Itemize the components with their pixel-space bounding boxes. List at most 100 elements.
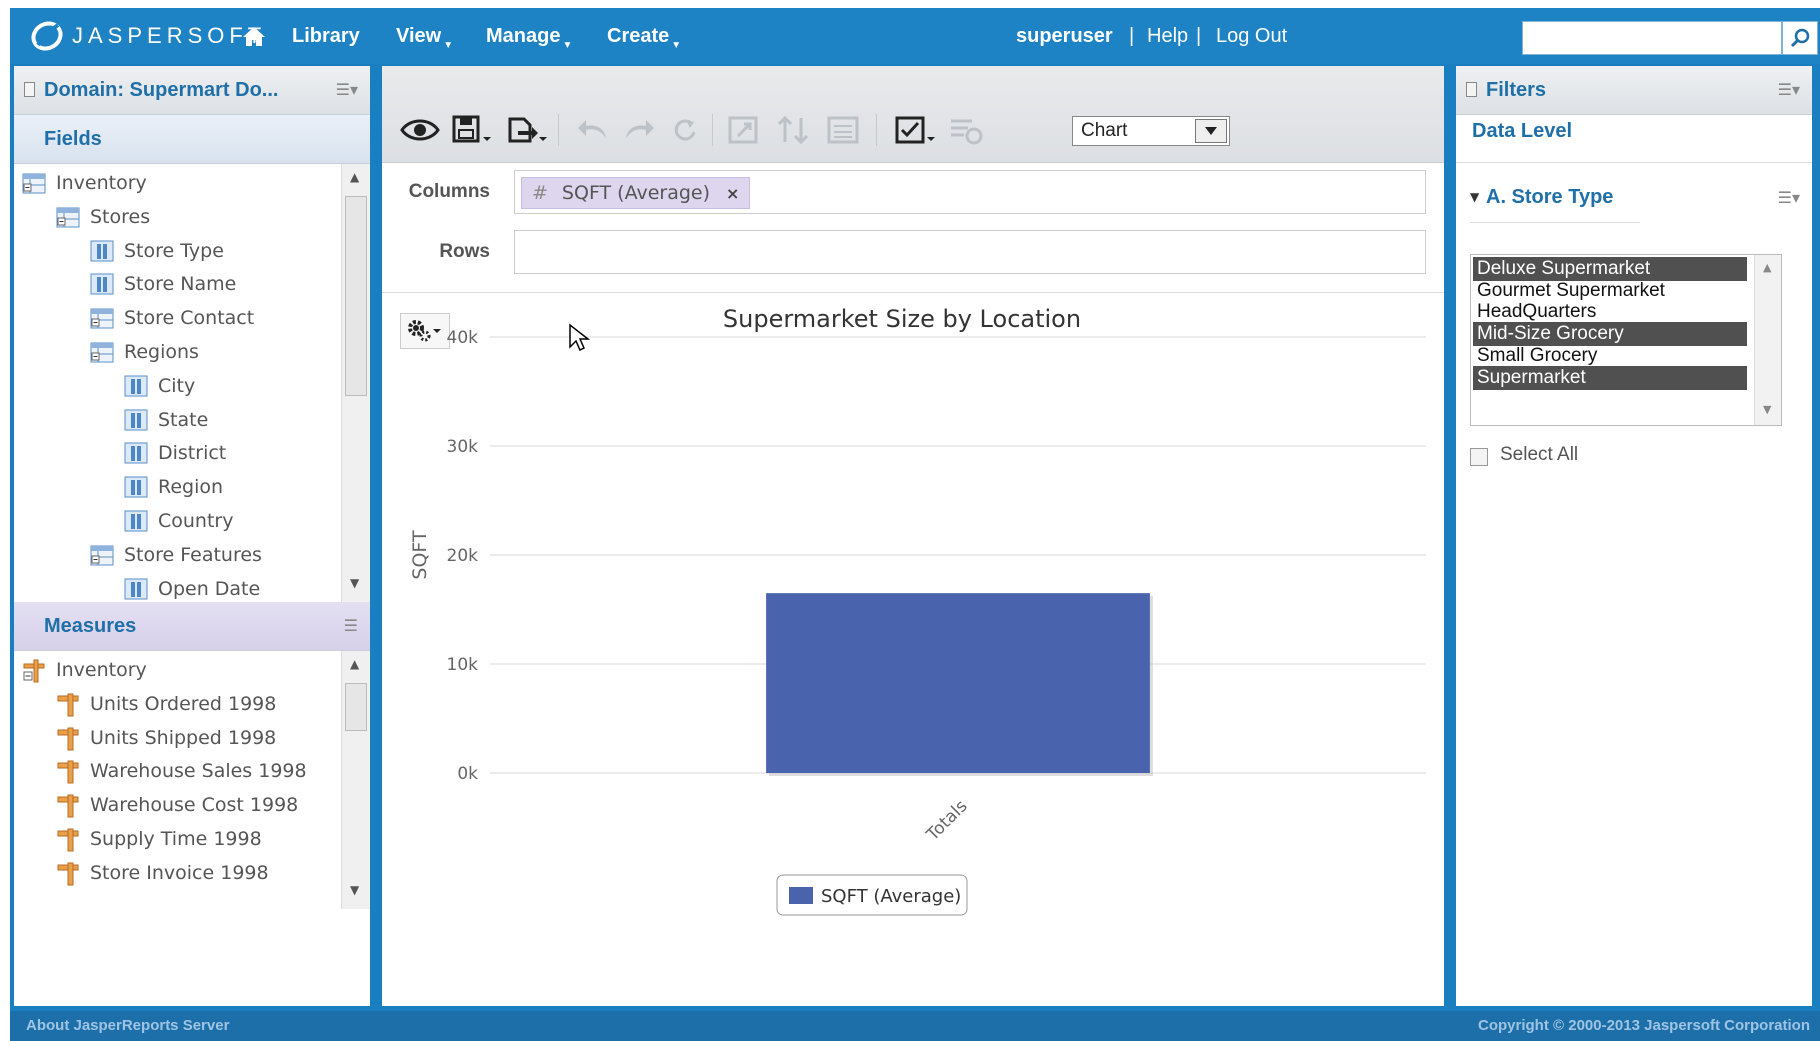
field-tree-label: Regions <box>124 341 199 363</box>
nav-manage[interactable]: Manage ▼ <box>486 8 572 64</box>
field-tree-item[interactable]: Inventory <box>22 166 147 200</box>
sort-icon <box>777 115 809 145</box>
field-tree-item[interactable]: Country <box>124 504 233 538</box>
measure-tree-item[interactable]: Store Invoice 1998 <box>56 856 269 890</box>
store-type-option[interactable]: HeadQuarters <box>1473 300 1747 324</box>
pin-icon[interactable] <box>24 82 35 97</box>
field-tree-item[interactable]: Regions <box>90 335 199 369</box>
panel-menu-icon[interactable]: ☰▾ <box>1778 80 1800 99</box>
sort-button[interactable] <box>776 112 812 148</box>
y-tick-label: 40k <box>447 328 479 348</box>
store-type-listbox[interactable]: ▲ ▼ Deluxe Supermarket Gourmet Supermarke… <box>1470 254 1782 426</box>
jaspersoft-logo[interactable]: JASPERSOFT <box>30 18 266 54</box>
fields-header: Fields <box>14 115 370 164</box>
field-tree-item[interactable]: Store Type <box>90 234 224 268</box>
scroll-down-icon[interactable]: ▼ <box>350 576 359 590</box>
fields-tree: ▲ ▼ Inventory Stores Store Type Store Name S… <box>14 164 370 602</box>
export-button[interactable] <box>506 112 548 148</box>
rows-drop-zone[interactable] <box>514 230 1426 274</box>
chevron-down-icon[interactable] <box>1195 119 1227 143</box>
measure-tree-item[interactable]: Supply Time 1998 <box>56 822 262 856</box>
undo-button[interactable] <box>576 112 610 148</box>
collapse-icon[interactable]: ▼ <box>1470 190 1479 204</box>
pivot-icon <box>728 116 758 144</box>
field-tree-item[interactable]: Store Contact <box>90 301 254 335</box>
scroll-down-icon[interactable]: ▼ <box>1763 403 1771 416</box>
store-type-option[interactable]: Gourmet Supermarket <box>1473 279 1747 303</box>
field-tree-item[interactable]: Store Features <box>90 538 262 572</box>
scroll-down-icon[interactable]: ▼ <box>350 883 359 897</box>
field-tree-item[interactable]: Stores <box>56 200 150 234</box>
field-icon <box>124 509 148 533</box>
options-button[interactable] <box>826 112 860 148</box>
home-icon <box>243 27 265 46</box>
measures-menu-icon[interactable]: ☰ <box>344 616 358 635</box>
filter-menu-icon[interactable]: ☰▾ <box>1778 188 1800 207</box>
help-link[interactable]: Help <box>1147 8 1188 64</box>
home-button[interactable] <box>242 8 266 64</box>
save-button[interactable] <box>452 112 492 148</box>
field-tree-item[interactable]: Region <box>124 470 223 504</box>
about-link[interactable]: About JasperReports Server <box>26 1011 229 1041</box>
field-tree-item[interactable]: District <box>124 436 226 470</box>
undo-icon <box>578 120 606 138</box>
measure-tree-item[interactable]: Warehouse Cost 1998 <box>56 788 298 822</box>
nav-view-label: View <box>396 25 442 47</box>
listbox-scrollbar[interactable]: ▲ ▼ <box>1754 255 1781 425</box>
nav-library[interactable]: Library <box>292 8 360 64</box>
measure-hash-icon: # <box>532 182 548 204</box>
search-input[interactable] <box>1522 21 1782 55</box>
input-controls-button[interactable] <box>894 112 936 148</box>
logout-link[interactable]: Log Out <box>1216 8 1287 64</box>
store-type-option[interactable]: Supermarket <box>1473 365 1747 390</box>
remove-icon[interactable]: × <box>726 184 739 203</box>
scroll-thumb[interactable] <box>345 196 367 396</box>
store-type-option[interactable]: Small Grocery <box>1473 344 1747 368</box>
measures-scrollbar[interactable]: ▲ ▼ <box>341 651 370 909</box>
nav-create[interactable]: Create ▼ <box>607 8 681 64</box>
undo-all-button[interactable] <box>670 112 700 148</box>
field-tree-item[interactable]: State <box>124 403 208 437</box>
redo-button[interactable] <box>622 112 656 148</box>
field-tree-label: Open Date <box>158 577 261 600</box>
columns-row: Columns # SQFT (Average) × <box>382 162 1444 222</box>
pivot-button[interactable] <box>726 112 762 148</box>
filter-settings-button[interactable] <box>948 112 984 148</box>
columns-drop-zone[interactable]: # SQFT (Average) × <box>514 170 1426 214</box>
measure-tree-item[interactable]: Warehouse Sales 1998 <box>56 754 307 788</box>
chart-area: Supermarket Size by Location 0k 10k 20k 30k 4… <box>382 292 1444 1007</box>
chevron-down-icon: ▼ <box>562 40 573 51</box>
scroll-up-icon[interactable]: ▲ <box>350 657 359 671</box>
user-name[interactable]: superuser <box>1016 8 1113 64</box>
store-type-option[interactable]: Mid-Size Grocery <box>1473 322 1747 347</box>
scroll-thumb[interactable] <box>345 683 367 731</box>
scroll-up-icon[interactable]: ▲ <box>350 170 359 184</box>
preview-button[interactable] <box>400 112 440 148</box>
field-tree-item[interactable]: City <box>124 369 195 403</box>
measure-tree-label: Warehouse Sales 1998 <box>90 760 307 783</box>
pin-icon[interactable] <box>1466 82 1477 97</box>
field-tree-item[interactable]: Open Date <box>124 572 260 602</box>
store-type-option[interactable]: Deluxe Supermarket <box>1473 257 1747 281</box>
filter-title[interactable]: A. Store Type <box>1486 186 1613 209</box>
nav-view[interactable]: View ▼ <box>396 8 453 64</box>
panel-menu-icon[interactable]: ☰▾ <box>336 80 358 99</box>
search-button[interactable] <box>1782 21 1818 55</box>
measure-tree-item[interactable]: Units Shipped 1998 <box>56 721 276 755</box>
data-level-label[interactable]: Data Level <box>1472 120 1572 143</box>
logo-text: JASPERSOFT <box>72 23 267 48</box>
field-tree-item[interactable]: Store Name <box>90 267 236 301</box>
view-type-value: Chart <box>1081 120 1128 141</box>
select-all-checkbox[interactable] <box>1470 448 1488 466</box>
measure-tree-item[interactable]: Units Ordered 1998 <box>56 687 276 721</box>
fields-scrollbar[interactable]: ▲ ▼ <box>341 164 370 602</box>
select-all-label[interactable]: Select All <box>1500 444 1578 466</box>
measure-tree-item[interactable]: Inventory <box>22 653 147 687</box>
scroll-up-icon[interactable]: ▲ <box>1763 261 1771 274</box>
field-icon <box>124 475 148 499</box>
column-chip[interactable]: # SQFT (Average) × <box>521 177 751 209</box>
domain-title: Domain: Supermart Do... <box>44 79 279 101</box>
field-icon <box>90 272 114 296</box>
field-tree-label: District <box>158 442 227 465</box>
view-type-select[interactable]: Chart <box>1072 116 1230 146</box>
